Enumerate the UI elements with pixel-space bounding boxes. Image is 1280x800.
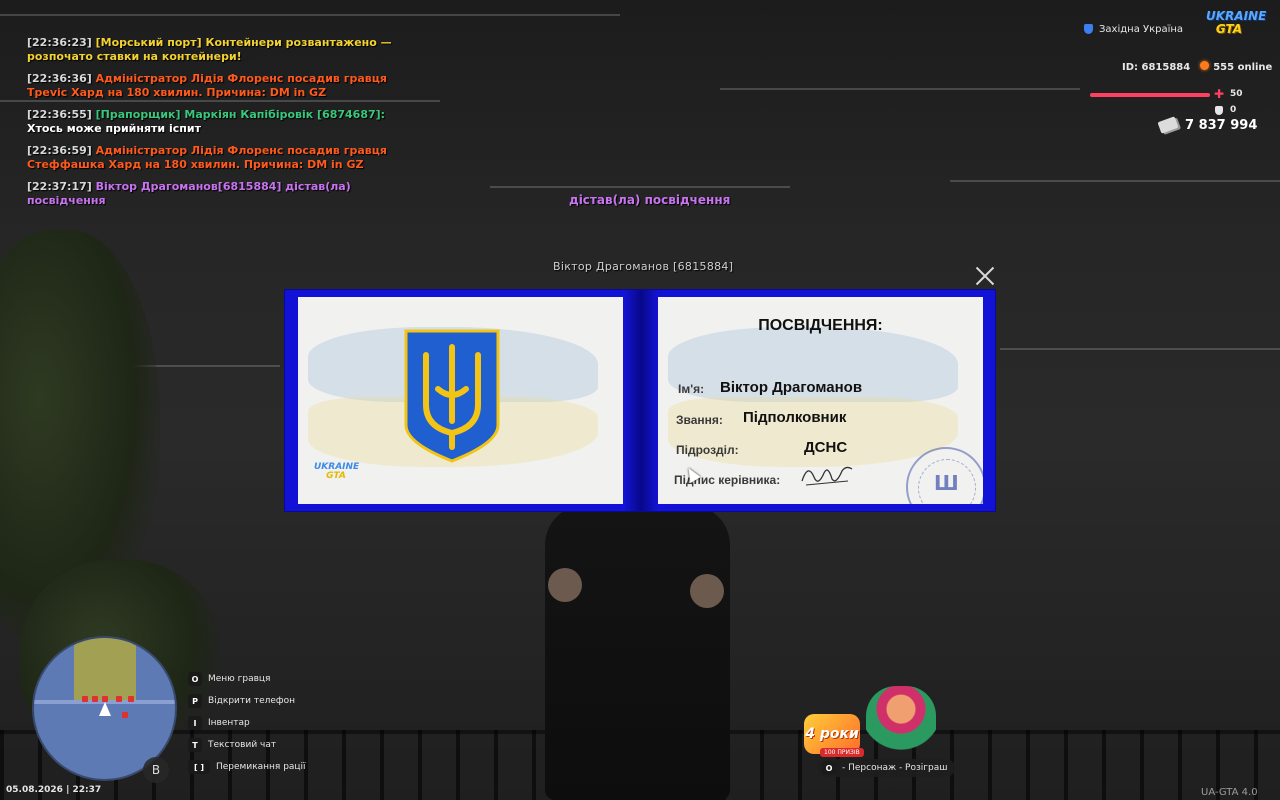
- logo-line-2: GTA: [1215, 22, 1243, 36]
- id-card-left-page: UKRAINE GTA: [298, 297, 623, 504]
- hint-label: Текстовий чат: [208, 740, 277, 750]
- server-logo: UKRAINE GTA: [1206, 10, 1266, 36]
- promo-character: [866, 686, 936, 752]
- armor-icon: [1215, 106, 1223, 115]
- online-icon: [1200, 61, 1210, 70]
- version-watermark: UA-GTA 4.0: [1201, 787, 1258, 798]
- road-marking: [490, 186, 790, 188]
- unit-value: ДСНС: [804, 439, 848, 456]
- hint-inventory: I Інвентар: [188, 712, 306, 734]
- hint-key: T: [188, 738, 202, 752]
- road-marking: [950, 180, 1280, 182]
- player-nametag: Віктор Драгоманов [6815884]: [553, 260, 734, 273]
- action-text: дістав(ла) посвідчення: [569, 193, 731, 207]
- card-spine: [623, 290, 659, 511]
- promo-hint-label: - Персонаж - Розіграш: [842, 763, 948, 773]
- road-marking: [0, 14, 620, 16]
- chat-time: [22:37:17]: [27, 180, 92, 193]
- player-arrow-icon: [99, 702, 111, 716]
- chat-time: [22:36:23]: [27, 36, 92, 49]
- mini-logo-line-2: GTA: [326, 471, 346, 481]
- date-time: 05.08.2026 | 22:37: [6, 785, 102, 795]
- road-marking: [1000, 348, 1280, 350]
- promo-key: O: [822, 761, 836, 775]
- chat-time: [22:36:36]: [27, 72, 92, 85]
- hint-label: Перемикання рації: [216, 762, 306, 772]
- player-hand: [548, 568, 582, 602]
- unit-label: Підрозділ:: [676, 443, 739, 457]
- minimap-zone: [74, 638, 136, 700]
- road-marking: [720, 88, 1080, 90]
- rank-value: Підполковник: [743, 409, 847, 426]
- chat-message: [22:36:36] Адміністратор Лідія Флоренс п…: [27, 72, 407, 100]
- chat-time: [22:36:55]: [27, 108, 92, 121]
- minimap-marker: [82, 696, 88, 702]
- minimap-marker: [92, 696, 98, 702]
- signature: [801, 466, 853, 486]
- name-value: Віктор Драгоманов: [720, 379, 863, 396]
- online-label: 555 online: [1213, 62, 1273, 73]
- trident-icon: [404, 329, 500, 463]
- armor-value: 0: [1230, 105, 1237, 115]
- trident-icon: Ш: [934, 471, 959, 495]
- hint-text-chat: T Текстовий чат: [188, 734, 306, 756]
- hint-key: I: [188, 716, 202, 730]
- player-character: [545, 505, 730, 800]
- health-value: 50: [1230, 89, 1243, 99]
- hint-label: Меню гравця: [208, 674, 271, 684]
- chat-text: Хтось може прийняти іспит: [27, 122, 201, 135]
- hint-key: [ ]: [188, 760, 210, 774]
- promo-subtitle: 100 ПРИЗІВ: [820, 748, 864, 757]
- hint-key: O: [188, 672, 202, 686]
- minimap-marker: [122, 712, 128, 718]
- money-value: 7 837 994: [1185, 118, 1258, 133]
- chat-log: [22:36:23] [Морський порт] Контейнери ро…: [27, 36, 407, 216]
- keybind-hints: O Меню гравця P Відкрити телефон I Інвентар…: [188, 668, 306, 778]
- health-bar: [1090, 93, 1210, 97]
- minimap-marker: [116, 696, 122, 702]
- hint-player-menu: O Меню гравця: [188, 668, 306, 690]
- region-label: Західна Україна: [1099, 23, 1184, 35]
- heart-icon: ✚: [1214, 87, 1225, 101]
- hint-label: Відкрити телефон: [208, 696, 296, 706]
- chat-message: [22:36:23] [Морський порт] Контейнери ро…: [27, 36, 407, 64]
- player-hand: [690, 574, 724, 608]
- mic-icon[interactable]: B: [143, 757, 169, 783]
- player-info: ID: 6815884 555 online: [1122, 61, 1272, 73]
- anniversary-promo[interactable]: 4 роки 100 ПРИЗІВ: [804, 686, 940, 757]
- minimap-marker: [128, 696, 134, 702]
- hint-key: P: [188, 694, 202, 708]
- chat-sender: [Прапорщик] Маркіян Капібіровік [6874687…: [95, 108, 386, 121]
- hint-label: Інвентар: [208, 718, 250, 728]
- region-indicator: Західна Україна: [1076, 18, 1196, 40]
- mic-key: B: [151, 763, 161, 777]
- hint-phone: P Відкрити телефон: [188, 690, 306, 712]
- document-title: ПОСВІДЧЕННЯ:: [758, 317, 883, 334]
- id-card-right-page: ПОСВІДЧЕННЯ: Ім'я: Віктор Драгоманов Зва…: [658, 297, 983, 504]
- hint-radio: [ ] Перемикання рації: [188, 756, 306, 778]
- shield-icon: [1084, 24, 1093, 34]
- name-label: Ім'я:: [678, 382, 705, 396]
- chat-message: [22:37:17] Віктор Драгоманов[6815884] ді…: [27, 180, 407, 208]
- player-id: ID: 6815884: [1122, 61, 1191, 73]
- mini-logo: UKRAINE GTA: [314, 463, 359, 481]
- chat-time: [22:36:59]: [27, 144, 92, 157]
- promo-hint[interactable]: O - Персонаж - Розіграш: [818, 759, 956, 777]
- id-card: UKRAINE GTA ПОСВІДЧЕННЯ: Ім'я: Віктор Др…: [284, 289, 996, 512]
- online-counter: 555 online: [1200, 61, 1272, 73]
- chat-message: [22:36:59] Адміністратор Лідія Флоренс п…: [27, 144, 407, 172]
- rank-label: Звання:: [676, 413, 723, 427]
- close-icon[interactable]: [973, 264, 997, 288]
- chat-message: [22:36:55] [Прапорщик] Маркіян Капібіров…: [27, 108, 407, 136]
